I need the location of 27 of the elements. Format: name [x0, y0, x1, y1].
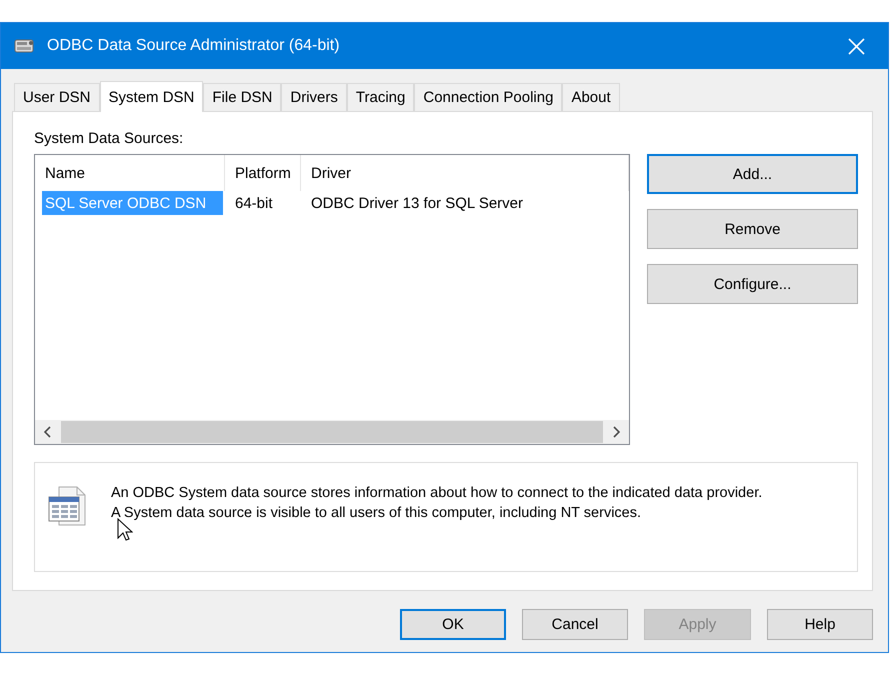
tab[interactable]: System DSN: [100, 81, 204, 112]
close-icon: [848, 38, 864, 54]
action-button[interactable]: Remove: [647, 209, 858, 249]
dialog-button[interactable]: Help: [767, 609, 873, 640]
horizontal-scrollbar[interactable]: [35, 420, 629, 444]
chevron-right-icon: [612, 426, 620, 438]
table-cell[interactable]: 64-bit: [225, 191, 301, 215]
tab[interactable]: Connection Pooling: [414, 83, 562, 111]
tab[interactable]: Drivers: [281, 83, 347, 111]
table-cell[interactable]: ODBC Driver 13 for SQL Server: [301, 191, 629, 215]
action-button[interactable]: Configure...: [647, 264, 858, 304]
tab[interactable]: Tracing: [346, 83, 414, 111]
mouse-pointer-icon: [117, 518, 133, 542]
window-title: ODBC Data Source Administrator (64-bit): [47, 37, 341, 55]
list-label: System Data Sources:: [34, 130, 184, 147]
column-header[interactable]: Platform: [225, 155, 301, 191]
description-text: An ODBC System data source stores information about how to connect to the indicated data provider.: [111, 484, 762, 503]
tab[interactable]: About: [562, 83, 620, 111]
tab[interactable]: User DSN: [14, 83, 100, 111]
chevron-left-icon: [44, 426, 52, 438]
dialog-button[interactable]: Cancel: [522, 609, 628, 640]
tab[interactable]: File DSN: [203, 83, 282, 111]
action-button[interactable]: Add...: [647, 154, 858, 194]
scroll-thumb[interactable]: [61, 421, 603, 443]
description-text: A System data source is visible to all users of this computer, including NT services.: [111, 504, 642, 523]
column-header[interactable]: Driver: [301, 155, 629, 191]
dialog-button[interactable]: OK: [400, 609, 506, 640]
